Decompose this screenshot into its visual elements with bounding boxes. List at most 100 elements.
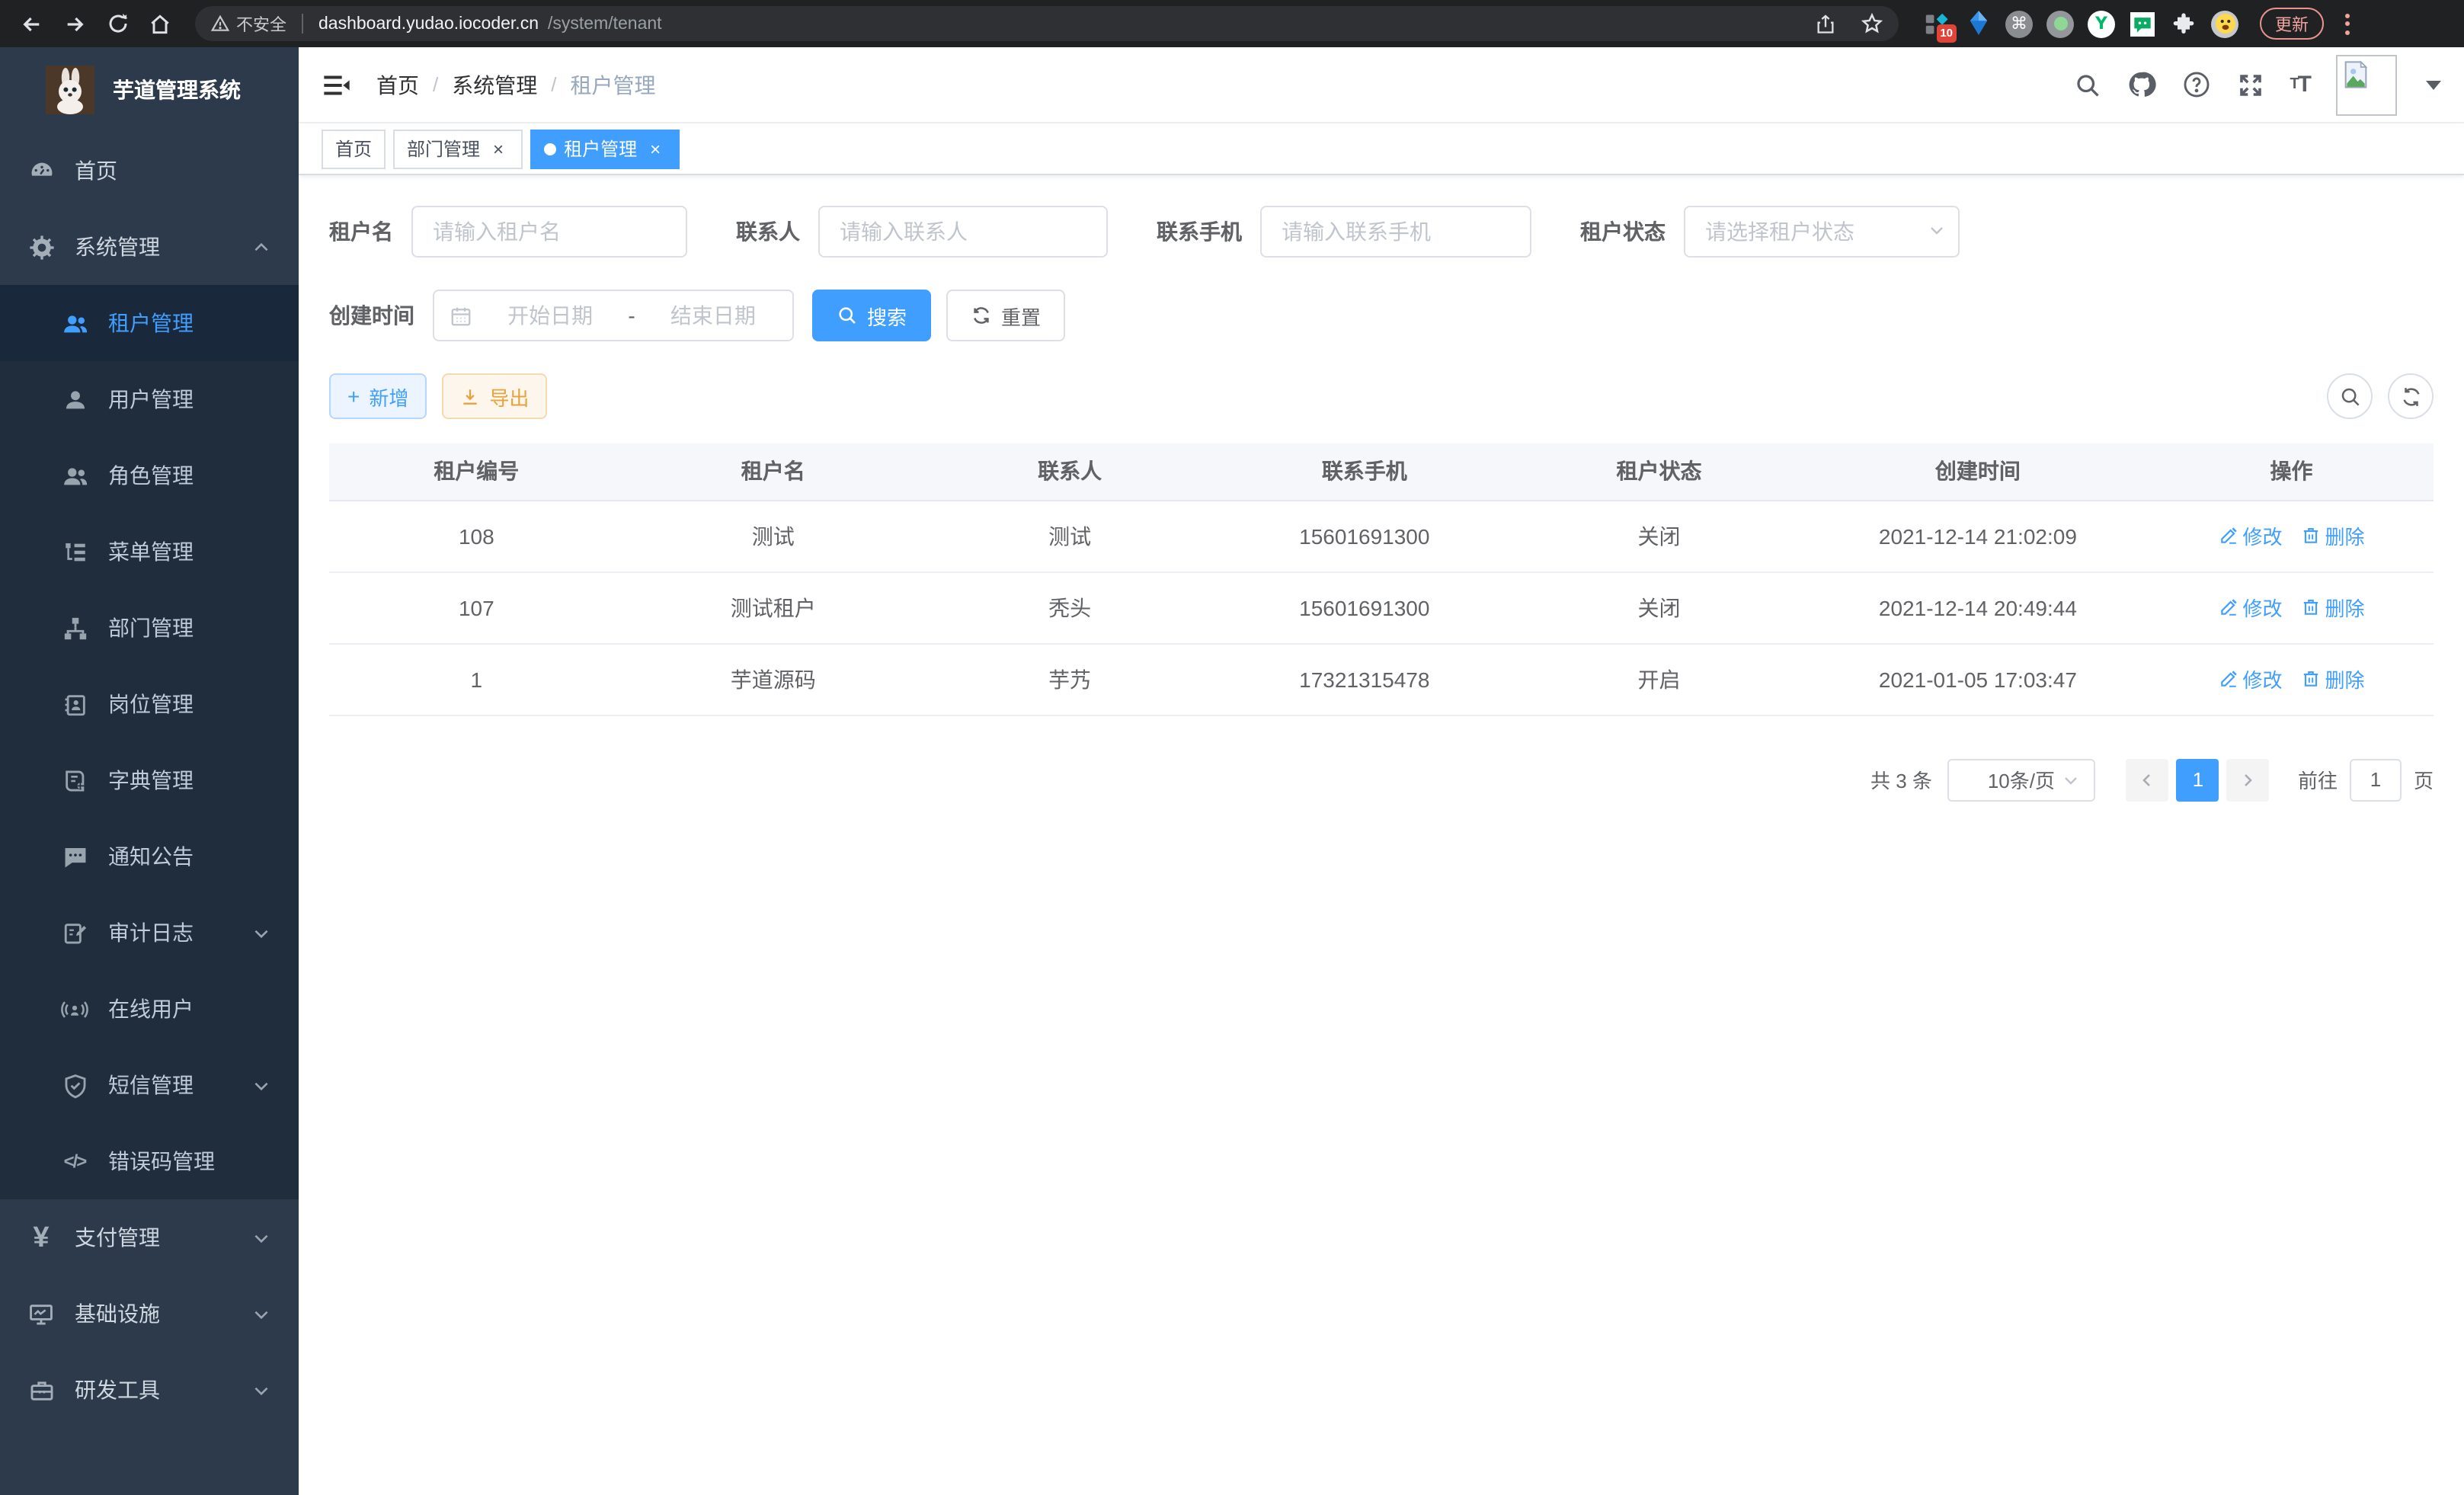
sidebar-item-online-user[interactable]: 在线用户: [0, 971, 299, 1047]
sidebar-item-audit-log[interactable]: 审计日志: [0, 895, 299, 971]
search-icon: [837, 305, 858, 326]
extensions-puzzle-icon[interactable]: [2170, 10, 2197, 37]
sidebar-item-role[interactable]: 角色管理: [0, 437, 299, 514]
goto-label: 前往: [2298, 765, 2338, 794]
chevron-down-icon: [251, 1304, 271, 1324]
add-button[interactable]: + 新增: [329, 373, 427, 419]
browser-menu-icon[interactable]: [2345, 13, 2350, 34]
sidebar-item-dev-tool[interactable]: 研发工具: [0, 1352, 299, 1428]
create-time-range-picker[interactable]: 开始日期 - 结束日期: [433, 290, 794, 341]
tag-home[interactable]: 首页: [322, 129, 386, 168]
extension-chat-icon[interactable]: [2129, 10, 2156, 37]
breadcrumb-home[interactable]: 首页: [376, 69, 419, 100]
code-icon: </>: [61, 1148, 88, 1175]
sidebar-item-label: 岗位管理: [108, 689, 194, 719]
avatar-dropdown-icon[interactable]: [2426, 80, 2441, 89]
reset-button[interactable]: 重置: [946, 290, 1065, 341]
header-search-icon[interactable]: [2073, 71, 2101, 98]
sidebar-collapse-icon[interactable]: [322, 69, 352, 100]
extension-emoji-icon[interactable]: [2211, 10, 2238, 37]
sidebar-item-label: 在线用户: [108, 994, 194, 1024]
url-host: dashboard.yudao.iocoder.cn: [318, 14, 539, 33]
bookmark-star-icon[interactable]: [1861, 12, 1883, 35]
extension-grid-icon[interactable]: 10: [1923, 10, 1950, 37]
close-icon[interactable]: ×: [488, 138, 509, 159]
refresh-icon: [971, 305, 992, 326]
contact-mobile-input[interactable]: [1260, 206, 1531, 258]
page-unit: 页: [2414, 765, 2434, 794]
sidebar-item-label: 字典管理: [108, 765, 194, 796]
edit-link[interactable]: 修改: [2218, 664, 2282, 693]
font-size-icon[interactable]: TT: [2290, 72, 2310, 98]
extension-record-icon[interactable]: [2046, 10, 2074, 37]
sidebar-item-user[interactable]: 用户管理: [0, 361, 299, 437]
browser-back-icon[interactable]: [15, 7, 49, 40]
sidebar-item-post[interactable]: 岗位管理: [0, 666, 299, 742]
user-icon: [61, 386, 88, 413]
url-bar[interactable]: 不安全 dashboard.yudao.iocoder.cn/system/te…: [195, 6, 1899, 41]
sidebar-item-dept[interactable]: 部门管理: [0, 590, 299, 666]
chevron-down-icon: [251, 923, 271, 943]
breadcrumb-system[interactable]: 系统管理: [452, 69, 537, 100]
user-avatar[interactable]: [2336, 54, 2397, 115]
prev-page-button[interactable]: [2126, 758, 2169, 801]
tenant-name-label: 租户名: [329, 216, 393, 247]
delete-link[interactable]: 删除: [2301, 664, 2365, 693]
tag-tenant-management[interactable]: 租户管理 ×: [530, 129, 680, 168]
top-navbar: 首页 / 系统管理 / 租户管理: [299, 47, 2464, 123]
help-icon[interactable]: [2181, 70, 2210, 99]
sidebar-item-sms[interactable]: 短信管理: [0, 1047, 299, 1123]
sidebar-item-tenant[interactable]: 租户管理: [0, 285, 299, 361]
page-number-1[interactable]: 1: [2177, 758, 2219, 801]
extension-kite-icon[interactable]: [1964, 10, 1992, 37]
fullscreen-icon[interactable]: [2236, 71, 2264, 98]
close-icon[interactable]: ×: [645, 138, 666, 159]
browser-home-icon[interactable]: [143, 7, 177, 40]
sidebar-item-home[interactable]: 首页: [0, 133, 299, 209]
tenant-status-select[interactable]: [1684, 206, 1960, 258]
share-icon[interactable]: [1815, 13, 1836, 34]
refresh-table-button[interactable]: [2388, 373, 2434, 419]
tenant-name-input[interactable]: [411, 206, 687, 258]
contact-name-input[interactable]: [818, 206, 1108, 258]
edit-link[interactable]: 修改: [2218, 593, 2282, 622]
org-icon: [61, 614, 88, 642]
next-page-button[interactable]: [2227, 758, 2270, 801]
trash-icon: [2301, 597, 2321, 617]
sidebar-item-notice[interactable]: 通知公告: [0, 818, 299, 895]
tag-dept-management[interactable]: 部门管理 ×: [393, 129, 523, 168]
browser-forward-icon[interactable]: [58, 7, 91, 40]
browser-update-button[interactable]: 更新: [2260, 8, 2324, 40]
sidebar-item-dict[interactable]: 字典管理: [0, 742, 299, 818]
toggle-search-button[interactable]: [2327, 373, 2373, 419]
extension-command-icon[interactable]: ⌘: [2005, 10, 2033, 37]
search-button[interactable]: 搜索: [812, 290, 931, 341]
delete-link[interactable]: 删除: [2301, 593, 2365, 622]
download-icon: [460, 386, 480, 406]
delete-link[interactable]: 删除: [2301, 521, 2365, 550]
not-secure-warning[interactable]: 不安全: [210, 11, 286, 36]
sidebar-item-system[interactable]: 系统管理: [0, 209, 299, 285]
plus-icon: +: [347, 386, 360, 407]
page-size-select[interactable]: 10条/页: [1947, 758, 2095, 801]
sidebar-item-menu[interactable]: 菜单管理: [0, 514, 299, 590]
export-button[interactable]: 导出: [442, 373, 547, 419]
browser-reload-icon[interactable]: [101, 7, 134, 40]
breadcrumb-current: 租户管理: [571, 69, 656, 100]
edit-link[interactable]: 修改: [2218, 521, 2282, 550]
cell-actions: 修改删除: [2149, 500, 2434, 571]
sidebar-item-label: 通知公告: [108, 841, 194, 872]
goto-page-input[interactable]: [2350, 758, 2402, 801]
breadcrumb-separator: /: [433, 73, 438, 96]
sidebar-item-error-code[interactable]: </>错误码管理: [0, 1123, 299, 1199]
tenant-status-select-input[interactable]: [1684, 206, 1960, 258]
note-icon: [61, 919, 88, 946]
github-icon[interactable]: [2126, 70, 2155, 99]
sidebar-item-infra[interactable]: 基础设施: [0, 1276, 299, 1352]
dashboard-icon: [27, 157, 55, 184]
trash-icon: [2301, 669, 2321, 689]
sidebar-item-pay[interactable]: ¥支付管理: [0, 1199, 299, 1276]
extension-yuque-icon[interactable]: Y: [2088, 10, 2115, 37]
sidebar-item-label: 角色管理: [108, 460, 194, 491]
sidebar-logo[interactable]: 芋道管理系统: [0, 47, 299, 133]
